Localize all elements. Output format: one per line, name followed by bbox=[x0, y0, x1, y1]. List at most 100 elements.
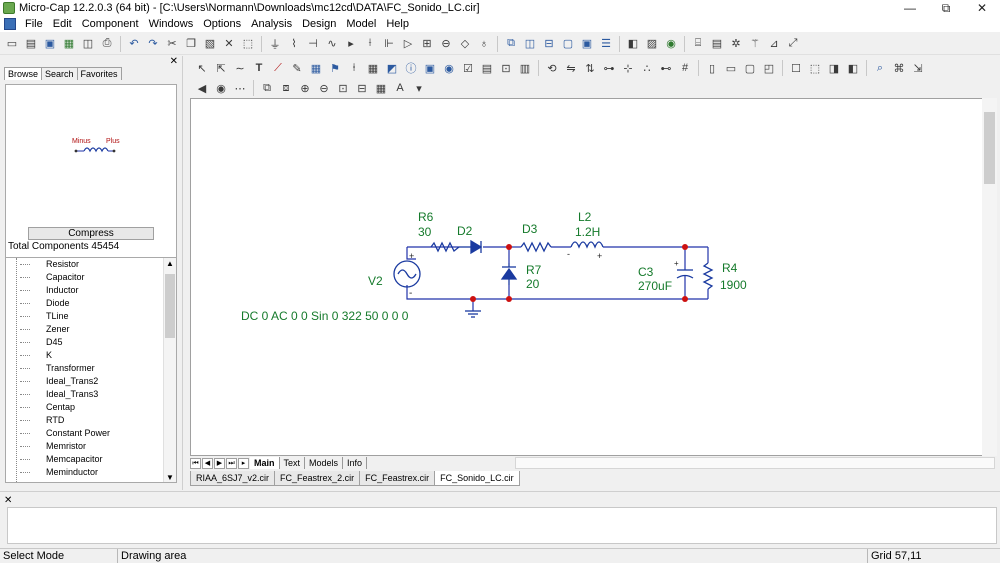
page-icon[interactable]: ▯ bbox=[704, 60, 720, 76]
format-icon[interactable]: ⌸ bbox=[690, 36, 706, 52]
export-icon[interactable]: ⇲ bbox=[910, 60, 926, 76]
first-page-icon[interactable]: ⏮ bbox=[190, 457, 201, 469]
mosfet-icon[interactable]: ⊩ bbox=[381, 36, 397, 52]
wave-icon[interactable]: ∼ bbox=[232, 60, 248, 76]
scroll-up-icon[interactable]: ▲ bbox=[164, 258, 176, 270]
bezier-icon[interactable]: ✎ bbox=[289, 60, 305, 76]
paste-icon[interactable]: ▧ bbox=[202, 36, 218, 52]
list-item[interactable]: Transformer bbox=[20, 362, 95, 375]
npn-icon[interactable]: ⟊ bbox=[362, 36, 378, 52]
list-item[interactable]: Capacitor bbox=[20, 271, 85, 284]
list-item[interactable]: Ideal_Trans3 bbox=[20, 388, 98, 401]
list-item[interactable]: Centap bbox=[20, 401, 75, 414]
undo-icon[interactable]: ↶ bbox=[126, 36, 142, 52]
inductor-icon[interactable]: ∿ bbox=[324, 36, 340, 52]
diode-r7[interactable] bbox=[500, 267, 518, 280]
node-number-icon[interactable]: ▣ bbox=[422, 60, 438, 76]
align-icon[interactable]: ⊶ bbox=[601, 60, 617, 76]
new-file-icon[interactable]: ▭ bbox=[4, 36, 20, 52]
list-item[interactable]: Memcapacitor bbox=[20, 453, 103, 466]
print-preview-icon[interactable]: ◫ bbox=[80, 36, 96, 52]
diode-icon[interactable]: ▸ bbox=[343, 36, 359, 52]
cross-icon[interactable]: ⊹ bbox=[620, 60, 636, 76]
grid-table-icon[interactable]: ▦ bbox=[365, 60, 381, 76]
text-tool-icon[interactable]: T bbox=[251, 60, 267, 76]
tab-search[interactable]: Search bbox=[41, 67, 78, 80]
flag-icon[interactable]: ⚑ bbox=[327, 60, 343, 76]
minimize-button[interactable]: — bbox=[892, 0, 928, 16]
shape-icon[interactable]: ◨ bbox=[826, 60, 842, 76]
drawing-area[interactable]: + - - + + V2 DC 0 AC 0 0 Sin 0 322 50 0 … bbox=[190, 98, 993, 456]
notes-icon[interactable]: ▤ bbox=[709, 36, 725, 52]
tile-horizontal-icon[interactable]: ⊟ bbox=[541, 36, 557, 52]
tab-favorites[interactable]: Favorites bbox=[76, 67, 122, 80]
stop-icon[interactable]: ◉ bbox=[213, 80, 229, 96]
menu-design[interactable]: Design bbox=[297, 16, 341, 32]
compress-button[interactable]: Compress bbox=[28, 227, 154, 240]
output-close-icon[interactable]: ✕ bbox=[4, 495, 12, 506]
file-tab-active[interactable]: FC_Sonido_LC.cir bbox=[434, 471, 520, 486]
ellipsis-icon[interactable]: ⋯ bbox=[232, 80, 248, 96]
menu-edit[interactable]: Edit bbox=[48, 16, 77, 32]
probe-icon[interactable]: ♁ bbox=[476, 36, 492, 52]
drawing-horizontal-scrollbar[interactable] bbox=[515, 457, 995, 469]
menu-help[interactable]: Help bbox=[381, 16, 414, 32]
list-item[interactable]: Inductor bbox=[20, 284, 79, 297]
scroll-down-icon[interactable]: ▼ bbox=[164, 472, 176, 482]
window-icon[interactable]: ▢ bbox=[560, 36, 576, 52]
zoom-fit-icon[interactable]: ⤢ bbox=[785, 36, 801, 52]
restore-button[interactable]: ⧉ bbox=[928, 0, 964, 16]
select-all-icon[interactable]: ⬚ bbox=[240, 36, 256, 52]
wand-icon[interactable]: ⚚ bbox=[747, 36, 763, 52]
list-item[interactable]: Memristor bbox=[20, 440, 86, 453]
node-icon[interactable]: ∴ bbox=[639, 60, 655, 76]
grid-text-icon[interactable]: ▥ bbox=[517, 60, 533, 76]
wire-icon[interactable]: ⟋ bbox=[270, 60, 286, 76]
pin-icon[interactable]: ⍿ bbox=[346, 60, 362, 76]
cascade-icon[interactable]: ⧉ bbox=[503, 36, 519, 52]
drawing-vertical-scrollbar[interactable] bbox=[982, 98, 997, 456]
find-icon[interactable]: ⌕ bbox=[872, 60, 888, 76]
box-icon[interactable]: ☐ bbox=[788, 60, 804, 76]
list-item[interactable]: Constant Power bbox=[20, 427, 110, 440]
chart-icon[interactable]: ⊿ bbox=[766, 36, 782, 52]
diode-d2[interactable] bbox=[470, 239, 483, 255]
list-item[interactable]: TLine bbox=[20, 310, 69, 323]
tab-browse[interactable]: Browse bbox=[4, 67, 43, 80]
font-icon[interactable]: A bbox=[392, 80, 408, 96]
menu-windows[interactable]: Windows bbox=[144, 16, 199, 32]
resistor-d3[interactable] bbox=[520, 241, 552, 253]
page3-icon[interactable]: ▢ bbox=[742, 60, 758, 76]
menu-analysis[interactable]: Analysis bbox=[246, 16, 297, 32]
redo-icon[interactable]: ↷ bbox=[145, 36, 161, 52]
menu-options[interactable]: Options bbox=[198, 16, 246, 32]
open-folder-icon[interactable]: ▤ bbox=[23, 36, 39, 52]
capacitor-icon[interactable]: ⊣ bbox=[305, 36, 321, 52]
resistor-r4[interactable] bbox=[702, 262, 714, 290]
list-item[interactable]: RTD bbox=[20, 414, 64, 427]
plot-icon[interactable]: ◩ bbox=[384, 60, 400, 76]
print-icon[interactable]: ⎙ bbox=[99, 36, 115, 52]
tab-models[interactable]: Models bbox=[305, 457, 344, 469]
menu-component[interactable]: Component bbox=[77, 16, 144, 32]
globe-icon[interactable]: ◉ bbox=[663, 36, 679, 52]
list-item[interactable]: Resistor bbox=[20, 258, 79, 271]
menu-model[interactable]: Model bbox=[341, 16, 381, 32]
menu-file[interactable]: File bbox=[20, 16, 48, 32]
pin-connection-icon[interactable]: ⊡ bbox=[498, 60, 514, 76]
dropdown-arrow-icon[interactable]: ▾ bbox=[411, 80, 427, 96]
close-button[interactable]: ✕ bbox=[964, 0, 1000, 16]
binoculars-icon[interactable]: ⌘ bbox=[891, 60, 907, 76]
pointer-icon[interactable]: ⇱ bbox=[213, 60, 229, 76]
page4-icon[interactable]: ◰ bbox=[761, 60, 777, 76]
list-icon[interactable]: ☰ bbox=[598, 36, 614, 52]
flip-icon[interactable]: ⇅ bbox=[582, 60, 598, 76]
list-item[interactable]: Meminductor bbox=[20, 466, 98, 479]
zoom-in-icon[interactable]: ⊕ bbox=[297, 80, 313, 96]
tools-icon[interactable]: ✲ bbox=[728, 36, 744, 52]
shape2-icon[interactable]: ◧ bbox=[845, 60, 861, 76]
source-icon[interactable]: ⊖ bbox=[438, 36, 454, 52]
mirror-icon[interactable]: ⇋ bbox=[563, 60, 579, 76]
copy-icon[interactable]: ❐ bbox=[183, 36, 199, 52]
zoom-window-icon[interactable]: ⊡ bbox=[335, 80, 351, 96]
